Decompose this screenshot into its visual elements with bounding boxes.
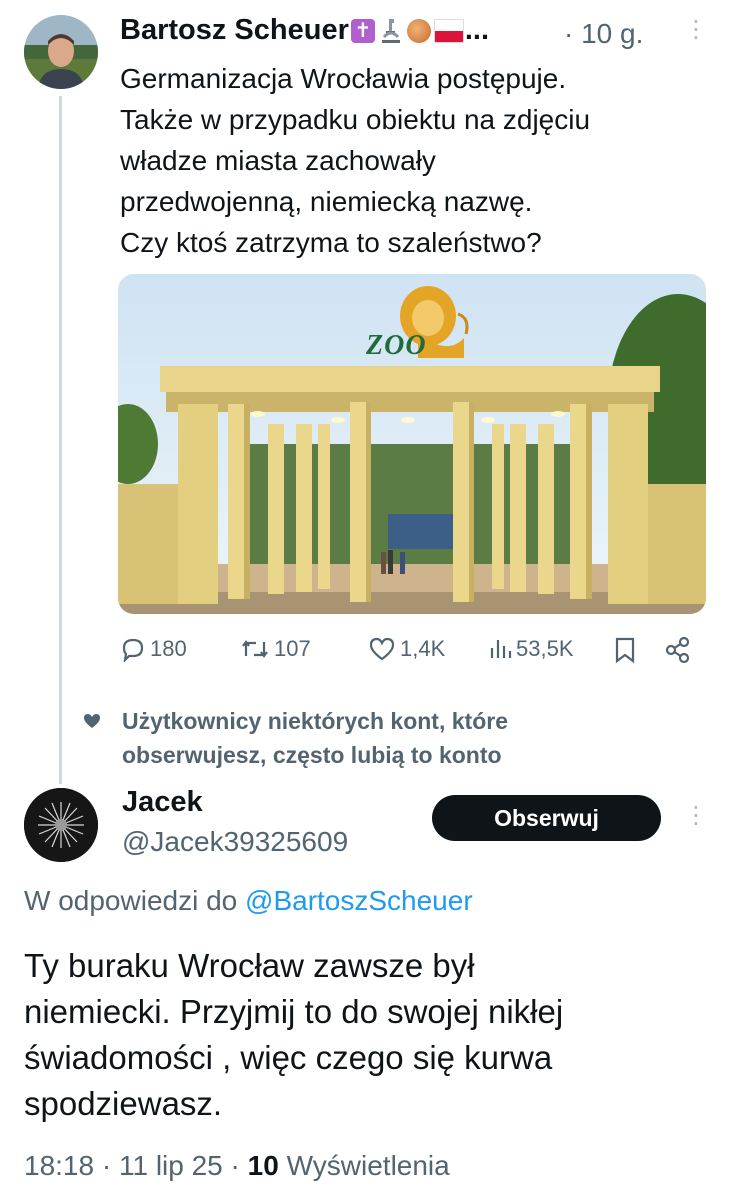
tweet-time[interactable]: · 10 g. — [564, 18, 643, 50]
zoo-sign-text: ZOO — [366, 330, 427, 361]
repost-button[interactable]: 107 — [240, 636, 311, 662]
reply-bubble-icon — [122, 638, 144, 662]
reply-text-line: Ty buraku Wrocław zawsze był — [24, 947, 475, 984]
author-name-row[interactable]: Bartosz Scheuer ✝ ... — [120, 14, 489, 47]
tweet-text-line: władze miasta zachowały — [120, 145, 436, 176]
poland-flag-icon — [433, 18, 464, 43]
reply-author-name[interactable]: Jacek — [122, 786, 203, 819]
reply-views-count: 10 — [247, 1150, 279, 1181]
tweet-text-line: Czy ktoś zatrzyma to szaleństwo? — [120, 227, 542, 258]
cross-emoji-icon: ✝ — [350, 18, 375, 43]
views-button[interactable]: 53,5K — [488, 636, 574, 662]
share-button[interactable] — [664, 636, 692, 664]
reply-to-prefix: W odpowiedzi do — [24, 885, 238, 916]
tweet-action-bar: 180 107 1,4K 53,5K — [118, 636, 718, 666]
recommendation-text-line: Użytkownicy niektórych kont, które — [122, 708, 508, 734]
meta-separator: · — [101, 1150, 112, 1181]
time-separator: · — [564, 18, 574, 49]
recommendation-text-line: obserwujesz, często lubią to konto — [122, 742, 502, 768]
reply-author-avatar[interactable] — [24, 788, 98, 862]
follow-button[interactable]: Obserwuj — [432, 795, 661, 841]
tweet-text: Germanizacja Wrocławia postępuje. Także … — [120, 58, 710, 263]
reply-meta: 18:18 · 11 lip 25 · 10 Wyświetlenia — [24, 1150, 450, 1182]
reply-author-handle[interactable]: @Jacek39325609 — [122, 826, 348, 858]
reply-button[interactable]: 180 — [120, 636, 187, 662]
reply-date[interactable]: 11 lip 25 — [119, 1150, 223, 1181]
reply-text-line: niemiecki. Przyjmij to do swojej nikłej — [24, 993, 564, 1030]
heart-filled-icon — [84, 714, 100, 728]
like-button[interactable]: 1,4K — [368, 636, 445, 662]
onion-emoji-icon — [406, 18, 431, 43]
views-bar-chart-icon — [490, 640, 512, 658]
tweet-photo-zoo-gate[interactable]: ZOO — [118, 274, 706, 614]
bookmark-button[interactable] — [614, 636, 636, 664]
reply-more-options-icon[interactable]: ⋮ — [684, 804, 708, 828]
name-emojis: ✝ — [350, 17, 464, 45]
bookmark-icon — [615, 637, 635, 664]
share-icon — [665, 636, 690, 664]
author-avatar[interactable] — [24, 15, 98, 89]
more-options-icon[interactable]: ⋮ — [684, 18, 708, 42]
reply-text: Ty buraku Wrocław zawsze był niemiecki. … — [24, 943, 714, 1127]
reply-views-label: Wyświetlenia — [286, 1150, 450, 1181]
name-ellipsis: ... — [464, 14, 490, 46]
tweet-text-line: Także w przypadku obiektu na zdjęciu — [120, 104, 591, 135]
views-count: 53,5K — [516, 636, 574, 661]
author-name[interactable]: Bartosz Scheuer — [120, 14, 349, 47]
repost-icon — [242, 640, 268, 658]
tweet-text-line: Germanizacja Wrocławia postępuje. — [120, 63, 567, 94]
time-value[interactable]: 10 g. — [581, 18, 643, 49]
tweet-text-line: przedwojenną, niemiecką nazwę. — [120, 186, 533, 217]
reply-count: 180 — [150, 636, 187, 661]
meta-separator: · — [230, 1150, 240, 1181]
repost-count: 107 — [274, 636, 311, 661]
reply-time[interactable]: 18:18 — [24, 1150, 94, 1181]
thread-connector-line — [59, 96, 62, 784]
reply-to-mention-link[interactable]: @BartoszScheuer — [245, 885, 473, 916]
reply-to-line: W odpowiedzi do @BartoszScheuer — [24, 885, 473, 917]
like-count: 1,4K — [400, 636, 446, 661]
reply-text-line: spodziewasz. — [24, 1085, 223, 1122]
microscope-emoji-icon — [381, 18, 400, 43]
recommendation-notice: Użytkownicy niektórych kont, które obser… — [82, 704, 682, 772]
reply-text-line: świadomości , więc czego się kurwa — [24, 1039, 553, 1076]
heart-icon — [369, 637, 395, 661]
